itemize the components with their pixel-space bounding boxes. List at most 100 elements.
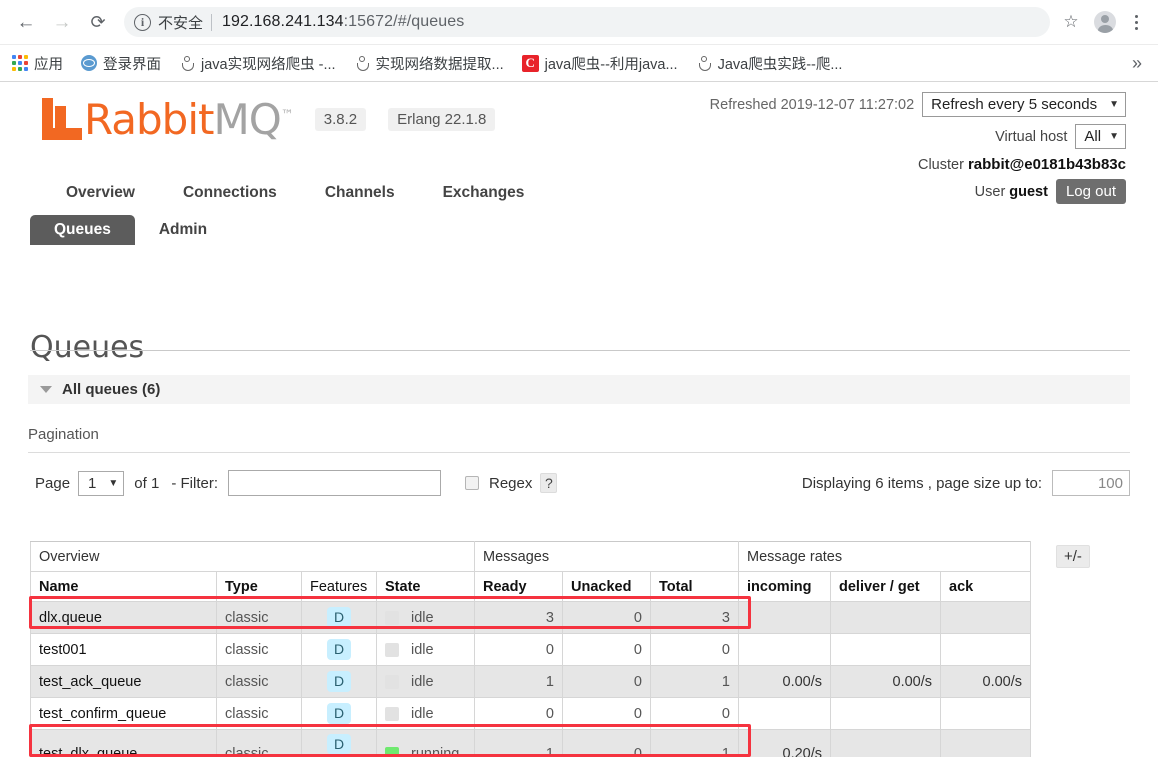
queue-name-cell[interactable]: test_confirm_queue: [30, 697, 217, 730]
queue-state-label: idle: [411, 609, 434, 626]
queue-name-cell[interactable]: test_dlx_queue: [30, 728, 217, 757]
group-header-overview: Overview: [30, 541, 475, 572]
url-separator: [211, 13, 213, 31]
nav-tab-queues[interactable]: Queues: [30, 215, 135, 245]
bookmarks-overflow-icon[interactable]: »: [1132, 53, 1148, 74]
column-header-ready[interactable]: Ready: [474, 571, 563, 602]
user-label: User: [974, 183, 1006, 200]
queue-unacked-cell: 0: [562, 601, 651, 634]
forward-arrow-icon[interactable]: →: [46, 6, 78, 38]
nav-tab-exchanges[interactable]: Exchanges: [419, 178, 549, 208]
queue-ack-cell: [940, 697, 1031, 730]
regex-checkbox[interactable]: [465, 476, 479, 490]
bookmark-login-page[interactable]: 登录界面: [81, 53, 161, 74]
refresh-interval-select[interactable]: Refresh every 5 seconds ▼: [922, 92, 1126, 117]
bookmark-data-extract[interactable]: 实现网络数据提取...: [354, 53, 504, 74]
queue-state-cell: idle: [376, 601, 475, 634]
security-label: 不安全: [158, 14, 204, 32]
globe-icon: [81, 55, 97, 71]
rabbitmq-logo[interactable]: RabbitMQ™: [42, 98, 294, 141]
group-header-messages: Messages: [474, 541, 739, 572]
bookmark-label: 实现网络数据提取...: [375, 56, 504, 73]
pagination-controls: Page 1 ▼ of 1 - Filter: Regex ?: [35, 470, 558, 496]
log-out-button[interactable]: Log out: [1055, 179, 1126, 204]
nav-tab-overview[interactable]: Overview: [42, 178, 159, 208]
nav-tab-connections[interactable]: Connections: [159, 178, 301, 208]
person-icon: [354, 55, 370, 71]
queue-deliver-get-cell: [830, 728, 941, 757]
column-header-features[interactable]: Features: [301, 571, 377, 602]
table-row[interactable]: dlx.queue classic D idle 3 0 3: [30, 601, 1031, 634]
group-header-message-rates: Message rates: [738, 541, 1031, 572]
queue-unacked-cell: 0: [562, 697, 651, 730]
queue-name-cell[interactable]: test_ack_queue: [30, 665, 217, 698]
nav-tab-admin[interactable]: Admin: [135, 215, 231, 245]
queue-total-cell: 1: [650, 665, 739, 698]
column-header-incoming[interactable]: incoming: [738, 571, 831, 602]
filter-input[interactable]: [228, 470, 441, 496]
column-header-deliver-get[interactable]: deliver / get: [830, 571, 941, 602]
column-header-ack[interactable]: ack: [940, 571, 1031, 602]
page-number-select[interactable]: 1 ▼: [78, 470, 125, 496]
table-row[interactable]: test_confirm_queue classic D idle 0 0 0: [30, 697, 1031, 730]
table-row[interactable]: test_dlx_queue classic DDLX running 1 0 …: [30, 728, 1031, 757]
primary-nav: Overview Connections Channels Exchanges: [42, 178, 548, 208]
refresh-interval-value: Refresh every 5 seconds: [931, 96, 1098, 113]
queues-table-body: dlx.queue classic D idle 3 0 3 test001 c…: [30, 601, 1031, 757]
pagination-label: Pagination: [28, 426, 99, 443]
regex-group: Regex ?: [465, 473, 558, 493]
queue-name-cell[interactable]: dlx.queue: [30, 601, 217, 634]
queue-incoming-cell: 0.20/s: [738, 728, 831, 757]
pagination-divider: [28, 452, 1130, 453]
regex-help-icon[interactable]: ?: [540, 473, 558, 493]
vhost-select[interactable]: All ▼: [1075, 124, 1126, 149]
address-bar[interactable]: i 不安全 192.168.241.134:15672/#/queues: [124, 7, 1050, 37]
column-header-type[interactable]: Type: [216, 571, 302, 602]
column-header-unacked[interactable]: Unacked: [562, 571, 651, 602]
profile-avatar-icon[interactable]: [1092, 9, 1118, 35]
queue-deliver-get-cell: 0.00/s: [830, 665, 941, 698]
feature-badge-dlx: DLX: [318, 754, 360, 757]
refreshed-timestamp: Refreshed 2019-12-07 11:27:02: [709, 96, 915, 113]
bookmark-csdn-java[interactable]: C java爬虫--利用java...: [521, 53, 678, 74]
bookmark-java-crawler[interactable]: java实现网络爬虫 -...: [179, 53, 336, 74]
column-toggle-button[interactable]: +/-: [1056, 545, 1090, 568]
secondary-nav: Queues Admin: [30, 215, 231, 245]
all-queues-section-header[interactable]: All queues (6): [28, 375, 1130, 404]
queue-features-cell: D: [301, 697, 377, 730]
table-row[interactable]: test001 classic D idle 0 0 0: [30, 633, 1031, 666]
bookmark-label: 登录界面: [103, 56, 161, 73]
column-header-state[interactable]: State: [376, 571, 475, 602]
queue-features-cell: D: [301, 665, 377, 698]
queue-name-cell[interactable]: test001: [30, 633, 217, 666]
site-info-icon[interactable]: i: [134, 13, 151, 31]
bookmark-apps[interactable]: 应用: [12, 53, 63, 74]
url-path: :15672/#/queues: [343, 13, 465, 30]
queue-incoming-cell: [738, 697, 831, 730]
feature-badge-durable: D: [326, 734, 352, 755]
triangle-down-icon[interactable]: [40, 386, 52, 393]
column-header-total[interactable]: Total: [650, 571, 739, 602]
nav-tab-channels[interactable]: Channels: [301, 178, 419, 208]
user-row: User guest Log out: [710, 179, 1126, 204]
queue-state-label: idle: [411, 641, 434, 658]
table-row[interactable]: test_ack_queue classic D idle 1 0 1 0.00…: [30, 665, 1031, 698]
csdn-icon: C: [521, 54, 539, 72]
queue-ready-cell: 3: [474, 601, 563, 634]
back-arrow-icon[interactable]: ←: [10, 6, 42, 38]
page-size-input[interactable]: [1052, 470, 1130, 496]
erlang-version-badge: Erlang 22.1.8: [388, 107, 496, 131]
page-number-value: 1: [88, 474, 97, 492]
vhost-value: All: [1084, 128, 1102, 145]
reload-icon[interactable]: ⟳: [82, 6, 114, 38]
chevron-down-icon: ▼: [1109, 131, 1119, 142]
queue-type-cell: classic: [216, 665, 302, 698]
rabbitmq-page: RabbitMQ™ 3.8.2 Erlang 22.1.8 Refreshed …: [0, 82, 1158, 757]
star-icon[interactable]: ☆: [1058, 9, 1084, 35]
queue-state-label: running: [411, 746, 460, 757]
queue-total-cell: 1: [650, 728, 739, 757]
queues-table: Overview Messages Message rates Name Typ…: [30, 541, 1031, 757]
three-dot-menu-icon[interactable]: [1124, 9, 1148, 35]
column-header-name[interactable]: Name: [30, 571, 217, 602]
bookmark-java-practice[interactable]: Java爬虫实践--爬...: [696, 53, 842, 74]
